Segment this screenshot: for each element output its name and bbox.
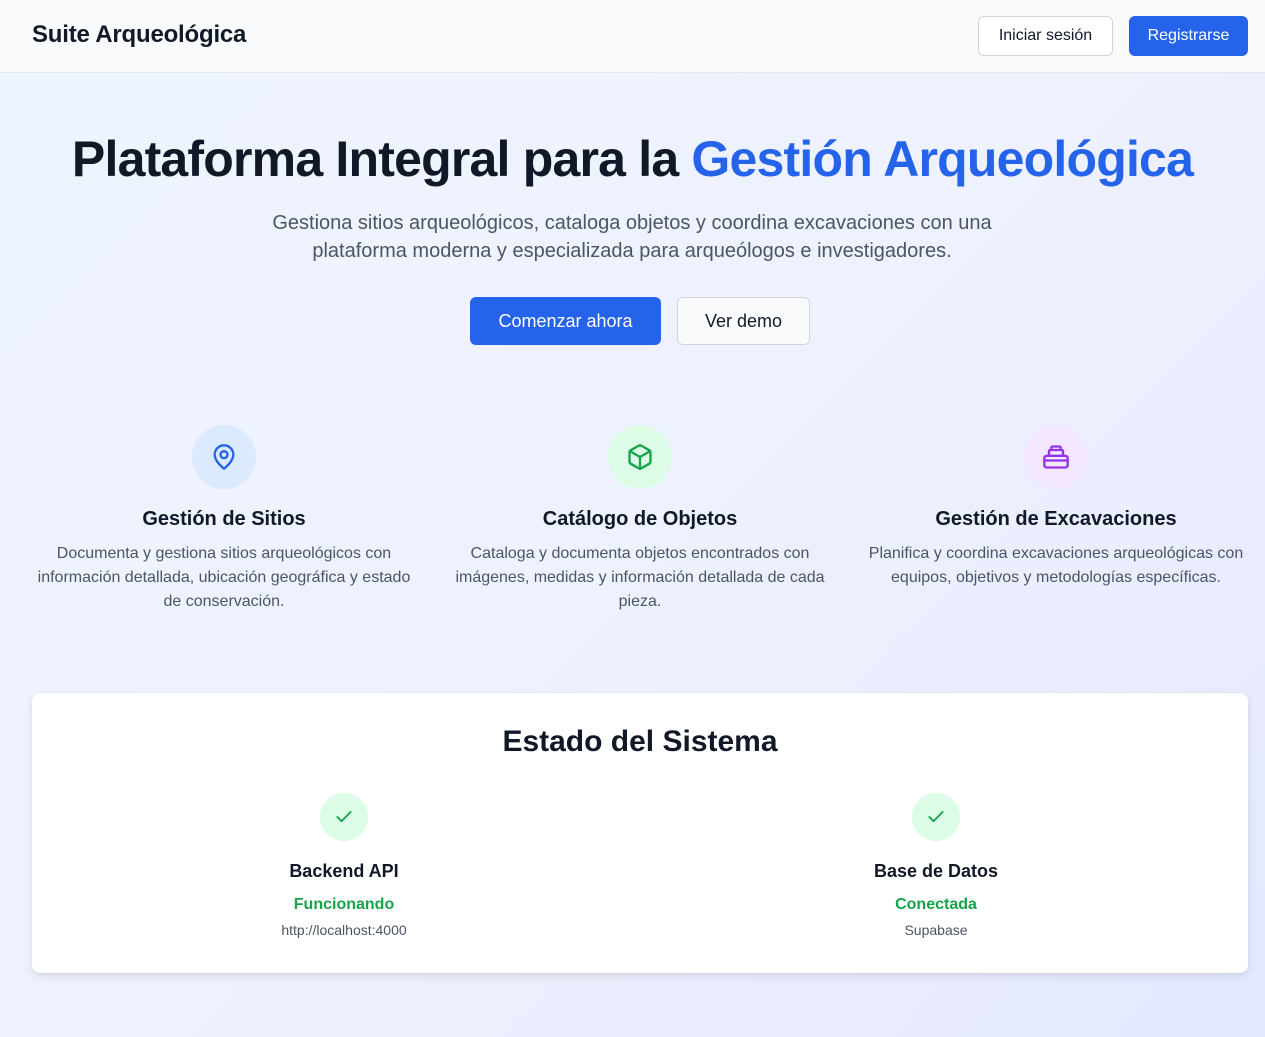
login-button[interactable]: Iniciar sesión bbox=[978, 16, 1113, 56]
hero-title: Plataforma Integral para la Gestión Arqu… bbox=[0, 130, 1265, 188]
register-button[interactable]: Registrarse bbox=[1129, 16, 1248, 56]
brand-name[interactable]: Suite Arqueológica bbox=[32, 21, 246, 49]
system-status-card: Estado del Sistema Backend API Funcionan… bbox=[32, 693, 1248, 973]
archive-icon bbox=[1024, 425, 1088, 489]
check-icon bbox=[912, 793, 960, 841]
box-icon bbox=[608, 425, 672, 489]
check-icon bbox=[320, 793, 368, 841]
feature-sites: Gestión de Sitios Documenta y gestiona s… bbox=[32, 425, 416, 614]
feature-description: Documenta y gestiona sitios arqueológico… bbox=[37, 545, 411, 610]
status-detail: Supabase bbox=[904, 922, 968, 938]
status-state: Conectada bbox=[895, 896, 977, 913]
feature-objects: Catálogo de Objetos Cataloga y documenta… bbox=[448, 425, 832, 614]
feature-title: Catálogo de Objetos bbox=[542, 508, 738, 530]
feature-description: Cataloga y documenta objetos encontrados… bbox=[455, 545, 825, 610]
feature-excavations: Gestión de Excavaciones Planifica y coor… bbox=[864, 425, 1248, 590]
feature-title: Gestión de Sitios bbox=[142, 508, 306, 530]
map-pin-icon bbox=[192, 425, 256, 489]
status-name: Base de Datos bbox=[873, 861, 999, 881]
feature-description: Planifica y coordina excavaciones arqueo… bbox=[868, 545, 1244, 586]
hero-title-main: Plataforma Integral para la bbox=[71, 131, 692, 187]
start-now-button[interactable]: Comenzar ahora bbox=[470, 297, 661, 345]
status-name: Backend API bbox=[289, 861, 399, 881]
hero-title-accent: Gestión Arqueológica bbox=[691, 131, 1194, 187]
status-state: Funcionando bbox=[293, 896, 395, 913]
status-detail: http://localhost:4000 bbox=[281, 922, 407, 938]
top-navbar: Suite Arqueológica Iniciar sesión Regist… bbox=[0, 0, 1265, 73]
system-status-title: Estado del Sistema bbox=[502, 725, 778, 758]
status-database: Base de Datos Conectada Supabase bbox=[776, 793, 1096, 938]
feature-title: Gestión de Excavaciones bbox=[935, 508, 1177, 530]
hero-subtitle: Gestiona sitios arqueológicos, cataloga … bbox=[272, 212, 992, 262]
status-backend: Backend API Funcionando http://localhost… bbox=[184, 793, 504, 938]
view-demo-button[interactable]: Ver demo bbox=[677, 297, 810, 345]
